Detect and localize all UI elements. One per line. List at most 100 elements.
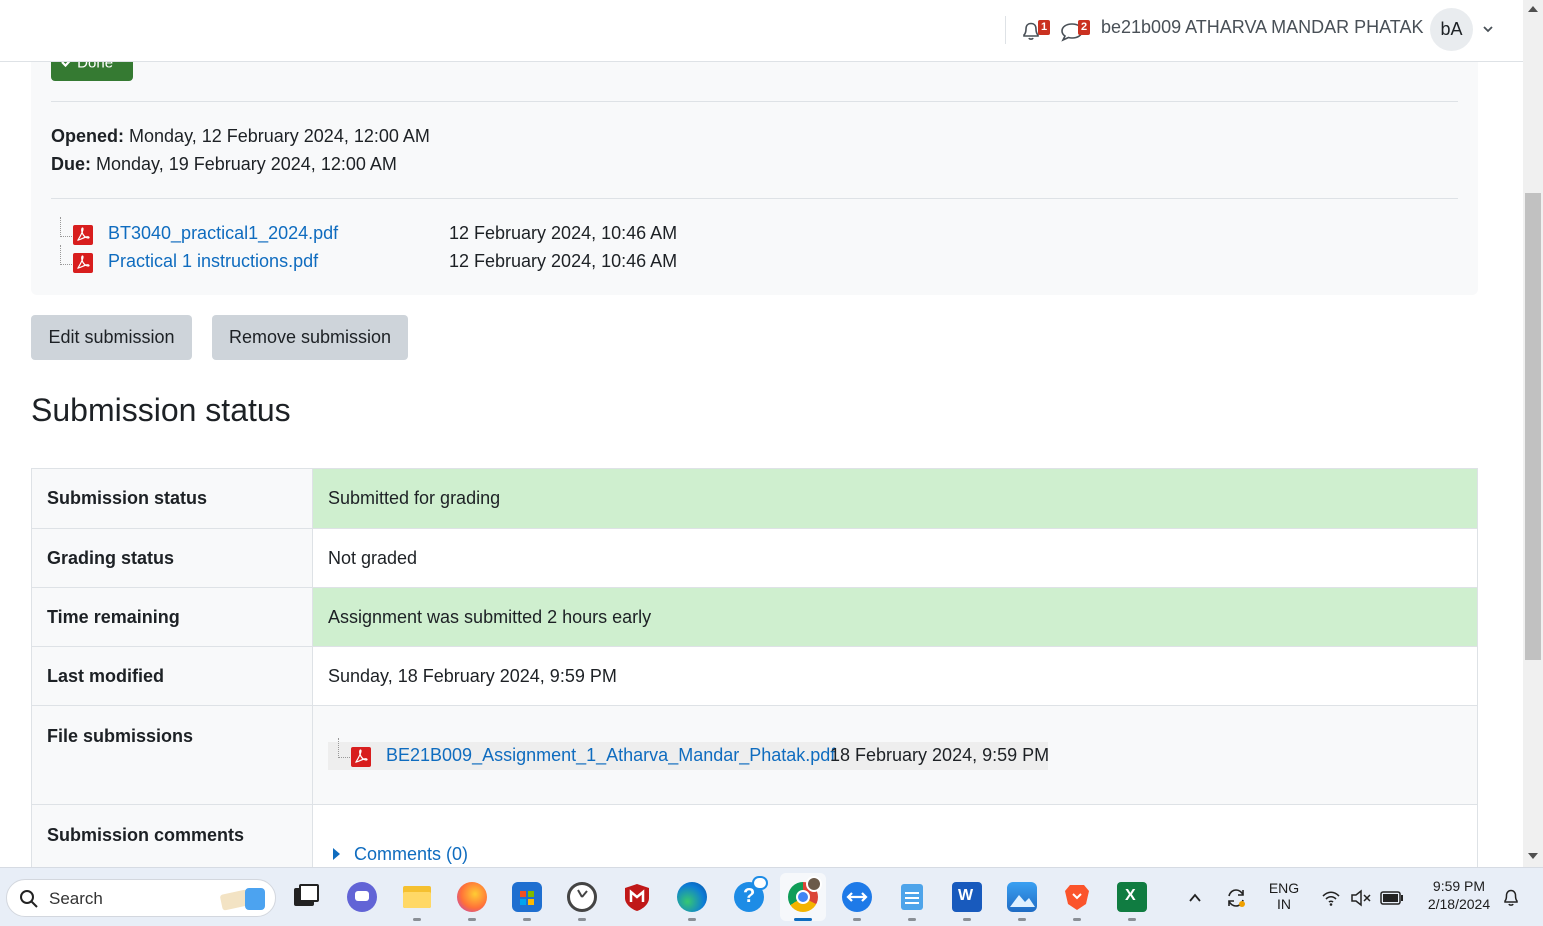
- tree-connector: [60, 245, 72, 265]
- battery-icon[interactable]: [1380, 891, 1404, 905]
- submitted-file-link[interactable]: BE21B009_Assignment_1_Atharva_Mandar_Pha…: [386, 745, 835, 766]
- row-label: Last modified: [31, 646, 313, 706]
- table-row: Last modified Sunday, 18 February 2024, …: [31, 646, 1478, 706]
- message-count-badge: 2: [1078, 20, 1090, 35]
- search-label: Search: [49, 889, 103, 908]
- due-value: Monday, 19 February 2024, 12:00 AM: [96, 154, 397, 174]
- word-icon[interactable]: W: [952, 882, 982, 912]
- clock-date-display[interactable]: 9:59 PM 2/18/2024: [1418, 878, 1500, 912]
- comments-toggle[interactable]: Comments (0): [333, 844, 468, 865]
- teams-chat-icon[interactable]: [347, 882, 377, 912]
- running-indicator: [413, 918, 421, 921]
- section-heading: Submission status: [31, 392, 291, 428]
- brave-icon[interactable]: [1062, 882, 1092, 912]
- notification-center-icon[interactable]: [1502, 888, 1520, 908]
- speaker-muted-icon[interactable]: [1350, 889, 1372, 907]
- windows-taskbar: Search ? W X ENG IN 9:59 PM 2/18/2024: [0, 867, 1543, 926]
- edit-submission-button[interactable]: Edit submission: [31, 315, 192, 360]
- search-icon: [20, 890, 38, 908]
- row-label: File submissions: [31, 705, 313, 805]
- file-explorer-icon[interactable]: [402, 882, 432, 912]
- scroll-up-arrow-icon[interactable]: [1528, 6, 1538, 12]
- row-value: Not graded: [312, 528, 1478, 588]
- avatar[interactable]: bA: [1430, 8, 1473, 51]
- firefox-icon[interactable]: [457, 882, 487, 912]
- vertical-scrollbar[interactable]: [1523, 0, 1543, 867]
- microsoft-store-icon[interactable]: [512, 882, 542, 912]
- opened-date: Opened: Monday, 12 February 2024, 12:00 …: [51, 126, 430, 147]
- notifications-button[interactable]: 1: [1020, 18, 1050, 44]
- table-row: Submission comments: [31, 804, 1478, 867]
- language-indicator[interactable]: ENG IN: [1266, 880, 1302, 912]
- sync-icon[interactable]: [1225, 887, 1247, 909]
- clock-date: 2/18/2024: [1427, 896, 1491, 912]
- chevron-down-icon[interactable]: [1481, 22, 1495, 36]
- comments-link[interactable]: Comments (0): [354, 844, 468, 864]
- chevron-up-icon[interactable]: [1187, 890, 1203, 906]
- submitted-file-date: 18 February 2024, 9:59 PM: [830, 745, 1050, 765]
- attachment-link[interactable]: BT3040_practical1_2024.pdf: [108, 223, 338, 244]
- pdf-file-icon: [351, 747, 371, 767]
- running-indicator: [1018, 918, 1026, 921]
- notepad-icon[interactable]: [897, 882, 927, 912]
- notification-count-badge: 1: [1038, 20, 1050, 35]
- expand-triangle-icon: [333, 848, 340, 860]
- pdf-file-icon: [73, 253, 93, 273]
- tree-connector: [60, 217, 72, 237]
- row-label: Grading status: [31, 528, 313, 588]
- divider: [51, 198, 1458, 199]
- running-indicator: [523, 918, 531, 921]
- running-indicator: [853, 918, 861, 921]
- browser-viewport: Done Opened: Monday, 12 February 2024, 1…: [0, 0, 1523, 867]
- comments-cell: [312, 804, 1478, 867]
- scroll-down-arrow-icon[interactable]: [1528, 853, 1538, 859]
- due-date: Due: Monday, 19 February 2024, 12:00 AM: [51, 154, 397, 175]
- clock-icon[interactable]: [567, 882, 597, 912]
- row-value: Assignment was submitted 2 hours early: [312, 587, 1478, 647]
- region-code: IN: [1277, 896, 1291, 912]
- top-navbar: 1 2 be21b009 ATHARVA MANDAR PHATAK bA: [0, 0, 1523, 62]
- language-code: ENG: [1268, 880, 1300, 896]
- running-indicator: [963, 918, 971, 921]
- table-row: Submission status Submitted for grading: [31, 468, 1478, 529]
- scrollbar-thumb[interactable]: [1525, 193, 1541, 660]
- attachment-link[interactable]: Practical 1 instructions.pdf: [108, 251, 318, 272]
- divider: [1005, 16, 1006, 44]
- teamviewer-icon[interactable]: [842, 882, 872, 912]
- table-row: Time remaining Assignment was submitted …: [31, 587, 1478, 647]
- running-indicator: [1073, 918, 1081, 921]
- row-value: Sunday, 18 February 2024, 9:59 PM: [312, 646, 1478, 706]
- active-indicator: [794, 918, 812, 921]
- table-row: File submissions BE21B009_Assignment_1_A…: [31, 705, 1478, 805]
- excel-icon[interactable]: X: [1117, 882, 1147, 912]
- wifi-icon[interactable]: [1321, 889, 1341, 907]
- user-name[interactable]: be21b009 ATHARVA MANDAR PHATAK: [1101, 17, 1423, 38]
- opened-value: Monday, 12 February 2024, 12:00 AM: [129, 126, 430, 146]
- messages-button[interactable]: 2: [1060, 18, 1090, 44]
- row-label: Submission status: [31, 468, 313, 529]
- submission-status-table: Submission status Submitted for grading …: [31, 468, 1478, 867]
- running-indicator: [908, 918, 916, 921]
- file-submissions-cell: BE21B009_Assignment_1_Atharva_Mandar_Pha…: [312, 705, 1478, 805]
- due-label: Due:: [51, 154, 91, 174]
- taskbar-search[interactable]: Search: [6, 879, 276, 917]
- mcafee-icon[interactable]: [622, 882, 652, 912]
- running-indicator: [1128, 918, 1136, 921]
- photos-icon[interactable]: [1007, 882, 1037, 912]
- running-indicator: [688, 918, 696, 921]
- opened-label: Opened:: [51, 126, 125, 146]
- task-view-icon[interactable]: [292, 882, 322, 912]
- submitted-file-row: BE21B009_Assignment_1_Atharva_Mandar_Pha…: [328, 738, 1050, 770]
- clock-time: 9:59 PM: [1432, 878, 1486, 894]
- get-help-icon[interactable]: ?: [734, 876, 768, 912]
- row-value: Submitted for grading: [312, 468, 1478, 529]
- pdf-file-icon: [73, 225, 93, 245]
- running-indicator: [468, 918, 476, 921]
- row-label: Submission comments: [31, 804, 313, 867]
- chrome-icon[interactable]: [788, 876, 822, 912]
- attachment-date: 12 February 2024, 10:46 AM: [449, 251, 678, 271]
- edge-icon[interactable]: [677, 882, 707, 912]
- divider: [51, 101, 1458, 102]
- attachment-row: BT3040_practical1_2024.pdf 12 February 2…: [56, 217, 756, 251]
- remove-submission-button[interactable]: Remove submission: [212, 315, 408, 360]
